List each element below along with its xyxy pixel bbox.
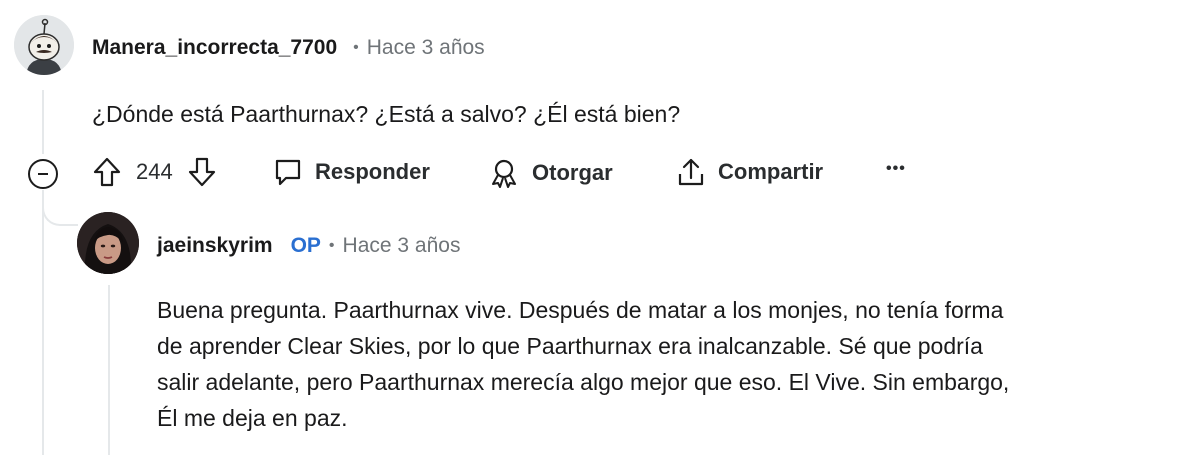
meta-separator: •: [328, 237, 335, 254]
vote-count: 244: [136, 159, 173, 184]
vote-group: 244: [92, 156, 217, 188]
more-icon: •••: [886, 160, 906, 177]
reply-avatar[interactable]: [77, 212, 139, 274]
avatar-snoo-icon: [14, 15, 74, 75]
share-button[interactable]: Compartir: [676, 156, 823, 188]
reply-line: salir adelante, pero Paarthurnax merecía…: [157, 369, 1010, 395]
reply-time[interactable]: Hace 3 años: [343, 234, 461, 258]
reply-line: Él me deja en paz.: [157, 405, 348, 431]
meta-separator: •: [353, 39, 359, 56]
award-label: Otorgar: [532, 160, 613, 185]
comment-time[interactable]: Hace 3 años: [367, 36, 485, 60]
award-icon: [488, 157, 520, 189]
reply-label: Responder: [315, 159, 430, 184]
thread-line-reply: [108, 285, 110, 455]
share-label: Compartir: [718, 159, 824, 184]
thread-line-child: [42, 190, 44, 455]
reply-button[interactable]: Responder: [273, 157, 430, 187]
collapse-button[interactable]: [28, 159, 58, 189]
share-icon: [676, 156, 706, 188]
comment-author[interactable]: Manera_incorrecta_7700: [92, 36, 337, 60]
reply-author[interactable]: jaeinskyrim: [157, 234, 273, 258]
reply-line: Buena pregunta. Paarthurnax vive. Despué…: [157, 297, 1004, 323]
upvote-icon[interactable]: [92, 156, 122, 188]
comment-icon: [273, 157, 303, 187]
avatar-image: [77, 212, 139, 274]
avatar[interactable]: [14, 15, 74, 75]
reply-body: Buena pregunta. Paarthurnax vive. Despué…: [157, 292, 1009, 436]
comment-body: ¿Dónde está Paarthurnax? ¿Está a salvo? …: [92, 101, 681, 127]
collapse-icon: [38, 173, 48, 175]
thread-line-main: [42, 90, 44, 154]
reply-line: de aprender Clear Skies, por lo que Paar…: [157, 333, 983, 359]
thread-branch: [42, 190, 78, 226]
downvote-icon[interactable]: [187, 156, 217, 188]
more-options-button[interactable]: •••: [886, 160, 906, 178]
op-badge: OP: [290, 234, 321, 257]
award-button[interactable]: Otorgar: [488, 157, 613, 189]
